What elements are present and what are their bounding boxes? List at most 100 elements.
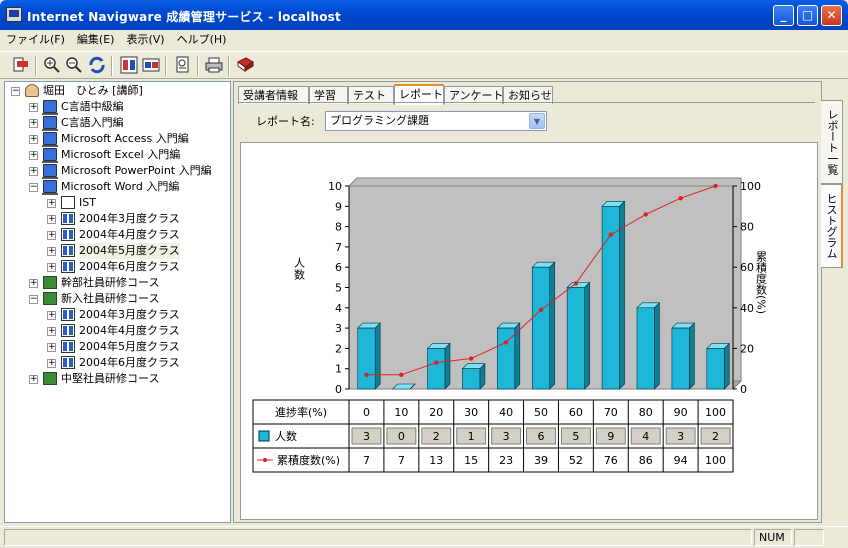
tree-item[interactable]: − 堀田 ひとみ [講師] [5,83,230,99]
tree-item[interactable]: + C言語入門編 [5,115,230,131]
histogram-bar [531,261,556,390]
refresh-button[interactable] [88,56,106,74]
minimize-button[interactable]: _ [773,5,794,26]
bar-side-face [549,261,556,390]
expand-icon[interactable]: + [47,215,56,224]
y2-tick-label: 0 [740,383,747,396]
tree-item-label: C言語入門編 [61,116,124,129]
course-icon [42,100,58,115]
tree-item[interactable]: +2004年6月度クラス [5,259,230,275]
x-tick-label: 60 [569,406,583,419]
legend-label-count: 人数 [275,430,297,443]
side-tab-histogram[interactable]: ヒストグラム [821,184,843,268]
expand-icon[interactable]: + [29,375,38,384]
expand-icon[interactable]: + [29,103,38,112]
tree-item[interactable]: − Microsoft Word 入門編 [5,179,230,195]
expand-icon[interactable]: + [47,247,56,256]
tree-item[interactable]: + Microsoft Access 入門編 [5,131,230,147]
menu-edit[interactable]: 編集(E) [71,30,121,48]
expand-icon[interactable]: + [47,231,56,240]
tree-item-label: 2004年4月度クラス [79,228,180,241]
maximize-icon: □ [801,8,814,22]
tree-item[interactable]: + IST [5,195,230,211]
tab-divider [238,102,815,103]
compare-button[interactable] [142,56,160,74]
tree-item[interactable]: + 幹部社員研修コース [5,275,230,291]
report-select[interactable]: プログラミング課題 ▼ [325,111,547,131]
menu-help[interactable]: ヘルプ(H) [171,30,233,48]
book-button[interactable] [236,56,254,74]
x-tick-label: 70 [604,406,618,419]
report-name-label: レポート名: [256,115,315,128]
cumulative-data-label: 23 [499,454,513,467]
tree-item[interactable]: +2004年5月度クラス [5,339,230,355]
tree-item-label: Microsoft Access 入門編 [61,132,189,145]
bar-front-face [706,348,725,390]
cumulative-point [643,212,648,217]
bar-side-face [374,322,381,390]
expand-icon[interactable]: + [47,263,56,272]
y-axis-label: 人数 [293,257,306,281]
toolbar-separator [197,56,199,76]
cumulative-data-label: 15 [464,454,478,467]
course-tree[interactable]: − 堀田 ひとみ [講師] + C言語中級編 + C言語入門編 + Microsoft Acc… [4,81,231,523]
refresh-icon [89,56,105,74]
tree-item[interactable]: + Microsoft Excel 入門編 [5,147,230,163]
report-button[interactable] [174,56,192,74]
tree-item[interactable]: + C言語中級編 [5,99,230,115]
histogram-bar [601,200,626,390]
count-data-label: 2 [712,430,719,443]
count-data-label: 9 [607,430,614,443]
maximize-button[interactable]: □ [797,5,818,26]
x-tick-label: 100 [705,406,726,419]
expand-icon[interactable]: + [29,135,38,144]
expand-icon[interactable]: + [47,343,56,352]
expand-icon[interactable]: + [47,311,56,320]
zoom-in-button[interactable] [43,56,61,74]
menu-file[interactable]: ファイル(F) [0,30,71,48]
legend-swatch-bar [258,430,270,442]
cumulative-point [608,232,614,237]
cumulative-point [713,183,718,189]
y-tick-label: 8 [335,221,342,234]
tree-item[interactable]: +2004年6月度クラス [5,355,230,371]
tree-item-label: 2004年6月度クラス [79,260,180,273]
tree-item-label: 中堅社員研修コース [61,372,160,385]
tree-item[interactable]: +2004年4月度クラス [5,227,230,243]
expand-icon[interactable]: + [47,199,56,208]
expand-icon[interactable]: + [29,279,38,288]
expand-icon[interactable]: + [29,119,38,128]
histogram-panel: 0 1 2 3 4 5 6 7 8 9 10 0 20 40 60 80 100 人数 累積度数(%) 進捗率(%) 人… [240,142,818,520]
expand-icon[interactable]: + [47,359,56,368]
histogram-bar [426,342,451,390]
count-data-label: 3 [677,430,684,443]
print-button[interactable] [205,56,223,74]
collapse-icon[interactable]: − [29,295,38,304]
menu-bar: ファイル(F) 編集(E) 表示(V) ヘルプ(H) [0,30,848,50]
tree-item-label: 2004年6月度クラス [79,356,180,369]
zoom-out-button[interactable] [65,56,83,74]
y-tick-label: 6 [335,261,342,274]
expand-icon[interactable]: + [29,167,38,176]
tree-item[interactable]: +2004年3月度クラス [5,211,230,227]
tree-item[interactable]: +2004年5月度クラス [5,243,230,259]
expand-icon[interactable]: + [47,327,56,336]
tree-item[interactable]: +2004年3月度クラス [5,307,230,323]
exit-button[interactable] [12,56,30,74]
side-tab-report-list[interactable]: レポート一覧 [821,100,843,184]
legend-label-cumulative: 累積度数(%) [277,453,340,467]
tree-item[interactable]: + Microsoft PowerPoint 入門編 [5,163,230,179]
close-button[interactable]: ✕ [821,5,842,26]
expand-icon[interactable]: + [29,151,38,160]
collapse-icon[interactable]: − [11,87,20,96]
tree-item[interactable]: − 新入社員研修コース [5,291,230,307]
bar-side-face [444,342,451,390]
chevron-down-icon[interactable]: ▼ [529,113,545,129]
collapse-icon[interactable]: − [29,183,38,192]
menu-view[interactable]: 表示(V) [120,30,170,48]
tile-button[interactable] [120,56,138,74]
zoom-out-icon [66,57,82,73]
tree-item[interactable]: + 中堅社員研修コース [5,371,230,387]
class-icon [61,340,75,353]
tree-item[interactable]: +2004年4月度クラス [5,323,230,339]
